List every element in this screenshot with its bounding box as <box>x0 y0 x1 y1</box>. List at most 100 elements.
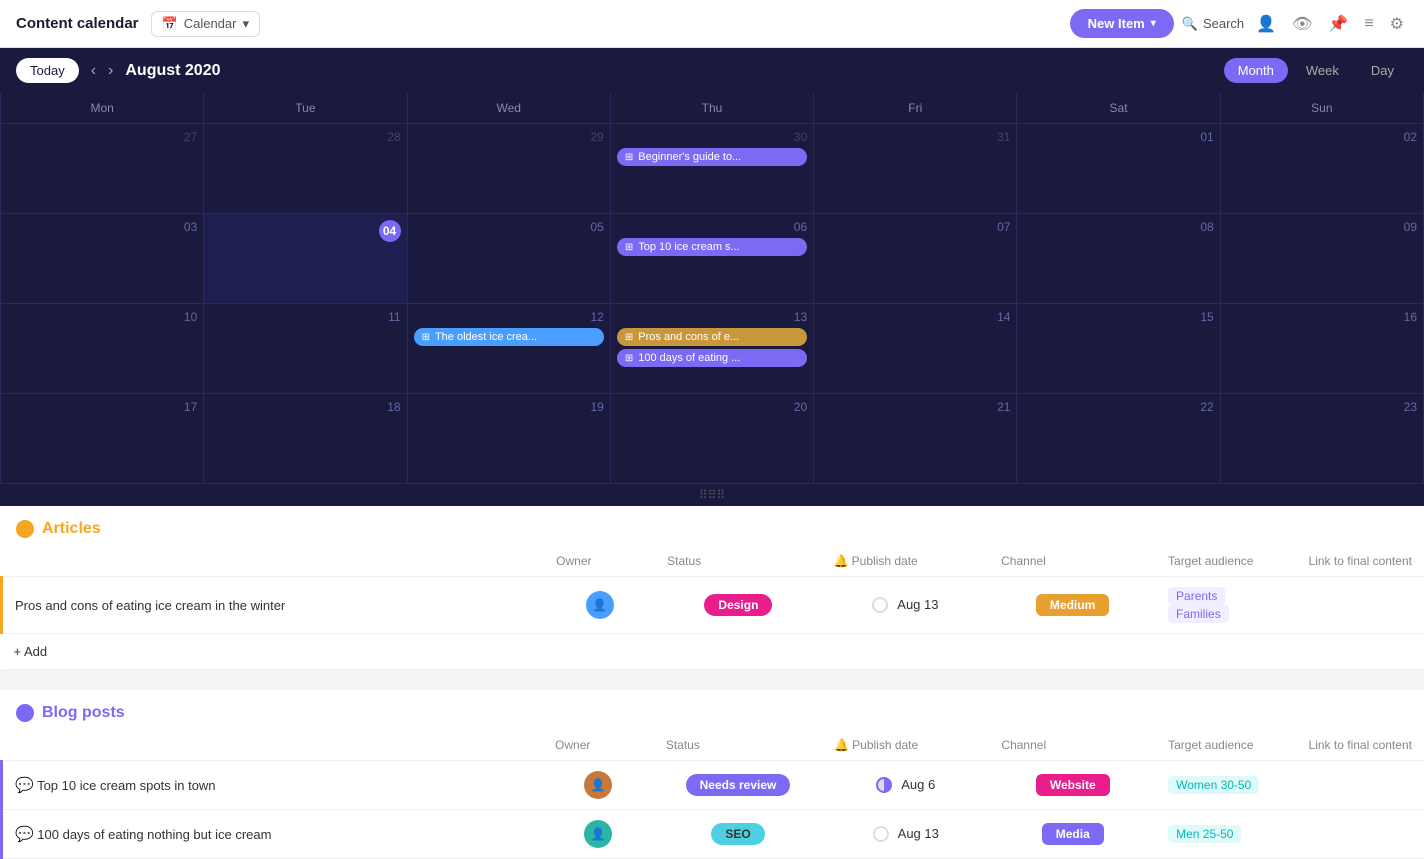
day-cell[interactable]: 20 <box>611 394 814 484</box>
item-channel[interactable]: Media <box>989 810 1156 859</box>
radio-circle-half[interactable] <box>876 777 892 793</box>
day-number: 29 <box>414 130 604 144</box>
day-cell[interactable]: 18 <box>204 394 407 484</box>
status-badge[interactable]: SEO <box>711 823 764 845</box>
top-nav: Content calendar 📅 Calendar ▾ New Item ▾… <box>0 0 1424 48</box>
week-view-button[interactable]: Week <box>1292 58 1353 83</box>
day-cell[interactable]: 03 <box>1 214 204 304</box>
day-cell[interactable]: 30 ⊞ Beginner's guide to... <box>611 124 814 214</box>
day-number: 21 <box>820 400 1010 414</box>
channel-badge[interactable]: Media <box>1042 823 1104 845</box>
month-view-button[interactable]: Month <box>1224 58 1288 83</box>
day-cell[interactable]: 10 <box>1 304 204 394</box>
prev-month-button[interactable]: ‹ <box>91 63 96 79</box>
item-status[interactable]: Needs review <box>654 761 822 810</box>
calendar-event[interactable]: ⊞ Pros and cons of e... <box>617 328 807 346</box>
pin-icon[interactable]: 📌 <box>1324 10 1352 38</box>
day-cell[interactable]: 12 ⊞ The oldest ice crea... <box>408 304 611 394</box>
day-cell[interactable]: 27 <box>1 124 204 214</box>
blog-col-owner: Owner <box>543 730 654 761</box>
view-selector[interactable]: 📅 Calendar ▾ <box>151 11 260 37</box>
add-row-button[interactable]: + Add <box>2 634 1424 670</box>
day-cell[interactable]: 08 <box>1017 214 1220 304</box>
item-channel[interactable]: Website <box>989 761 1156 810</box>
calendar-event[interactable]: ⊞ Beginner's guide to... <box>617 148 807 166</box>
day-cell[interactable]: 05 <box>408 214 611 304</box>
blog-col-status: Status <box>654 730 822 761</box>
today-button[interactable]: Today <box>16 58 79 83</box>
day-cell[interactable]: 06 ⊞ Top 10 ice cream s... <box>611 214 814 304</box>
day-cell[interactable]: 19 <box>408 394 611 484</box>
day-cell[interactable]: 31 <box>814 124 1017 214</box>
bell-icon: 🔔 <box>834 738 849 752</box>
articles-title: Articles <box>42 520 101 538</box>
blog-posts-table: Owner Status 🔔Publish date Channel Targe… <box>0 730 1424 859</box>
day-cell-today[interactable]: 04 <box>204 214 407 304</box>
day-cell[interactable]: 14 <box>814 304 1017 394</box>
item-link <box>1297 761 1424 810</box>
day-cell[interactable]: 11 <box>204 304 407 394</box>
drag-handle[interactable]: ⠿⠿⠿ <box>0 484 1424 506</box>
day-cell[interactable]: 28 <box>204 124 407 214</box>
status-badge[interactable]: Needs review <box>686 774 791 796</box>
day-cell[interactable]: 23 <box>1221 394 1424 484</box>
day-cell[interactable]: 17 <box>1 394 204 484</box>
search-button[interactable]: 🔍 Search <box>1182 16 1244 32</box>
day-cell[interactable]: 13 ⊞ Pros and cons of e... ⊞ 100 days of… <box>611 304 814 394</box>
next-month-button[interactable]: › <box>108 63 113 79</box>
search-icon: 🔍 <box>1182 16 1198 32</box>
day-header-thu: Thu <box>611 93 814 124</box>
event-label: Beginner's guide to... <box>638 151 741 163</box>
articles-section: Articles Owner Status 🔔Publish date Chan… <box>0 506 1424 670</box>
day-cell[interactable]: 07 <box>814 214 1017 304</box>
channel-badge[interactable]: Medium <box>1036 594 1109 616</box>
audience-tag: Parents <box>1168 587 1225 605</box>
day-view-button[interactable]: Day <box>1357 58 1408 83</box>
day-cell[interactable]: 02 <box>1221 124 1424 214</box>
calendar-event[interactable]: ⊞ Top 10 ice cream s... <box>617 238 807 256</box>
item-owner: 👤 <box>543 761 654 810</box>
user-icon[interactable]: 👤 <box>1252 10 1280 38</box>
item-name[interactable]: 💬 100 days of eating nothing but ice cre… <box>2 810 544 859</box>
day-cell[interactable]: 21 <box>814 394 1017 484</box>
day-number: 16 <box>1227 310 1417 324</box>
calendar-event[interactable]: ⊞ 100 days of eating ... <box>617 349 807 367</box>
day-cell[interactable]: 29 <box>408 124 611 214</box>
day-cell[interactable]: 16 <box>1221 304 1424 394</box>
calendar-event[interactable]: ⊞ The oldest ice crea... <box>414 328 604 346</box>
day-cell[interactable]: 01 <box>1017 124 1220 214</box>
blog-col-channel: Channel <box>989 730 1156 761</box>
item-owner: 👤 <box>543 810 654 859</box>
status-badge[interactable]: Design <box>704 594 772 616</box>
day-header-fri: Fri <box>814 93 1017 124</box>
settings-icon[interactable]: ⚙ <box>1386 10 1408 38</box>
day-number: 20 <box>617 400 807 414</box>
day-number: 23 <box>1227 400 1417 414</box>
item-channel[interactable]: Medium <box>989 577 1156 634</box>
grid-icon: ⊞ <box>625 242 633 253</box>
day-cell[interactable]: 09 <box>1221 214 1424 304</box>
day-number: 28 <box>210 130 400 144</box>
audience-tag: Men 25-50 <box>1168 825 1241 843</box>
channel-badge[interactable]: Website <box>1036 774 1110 796</box>
item-status[interactable]: Design <box>655 577 822 634</box>
day-number: 04 <box>379 220 401 242</box>
day-number: 07 <box>820 220 1010 234</box>
radio-circle[interactable] <box>873 826 889 842</box>
day-cell[interactable]: 15 <box>1017 304 1220 394</box>
item-name[interactable]: Pros and cons of eating ice cream in the… <box>2 577 545 634</box>
radio-circle[interactable] <box>872 597 888 613</box>
blog-col-publish: 🔔Publish date <box>822 730 989 761</box>
day-cell[interactable]: 22 <box>1017 394 1220 484</box>
eye-icon[interactable]: 👁 <box>1288 10 1316 38</box>
day-number: 08 <box>1023 220 1213 234</box>
filter-icon[interactable]: ≡ <box>1360 11 1377 37</box>
view-label: Calendar <box>184 16 237 31</box>
item-audience: Men 25-50 <box>1156 810 1296 859</box>
item-name[interactable]: 💬 Top 10 ice cream spots in town <box>2 761 544 810</box>
grid-icon: ⊞ <box>625 332 633 343</box>
item-status[interactable]: SEO <box>654 810 822 859</box>
table-row: 💬 Top 10 ice cream spots in town 👤 Needs… <box>2 761 1424 810</box>
day-number: 10 <box>7 310 197 324</box>
new-item-button[interactable]: New Item ▾ <box>1070 9 1174 38</box>
